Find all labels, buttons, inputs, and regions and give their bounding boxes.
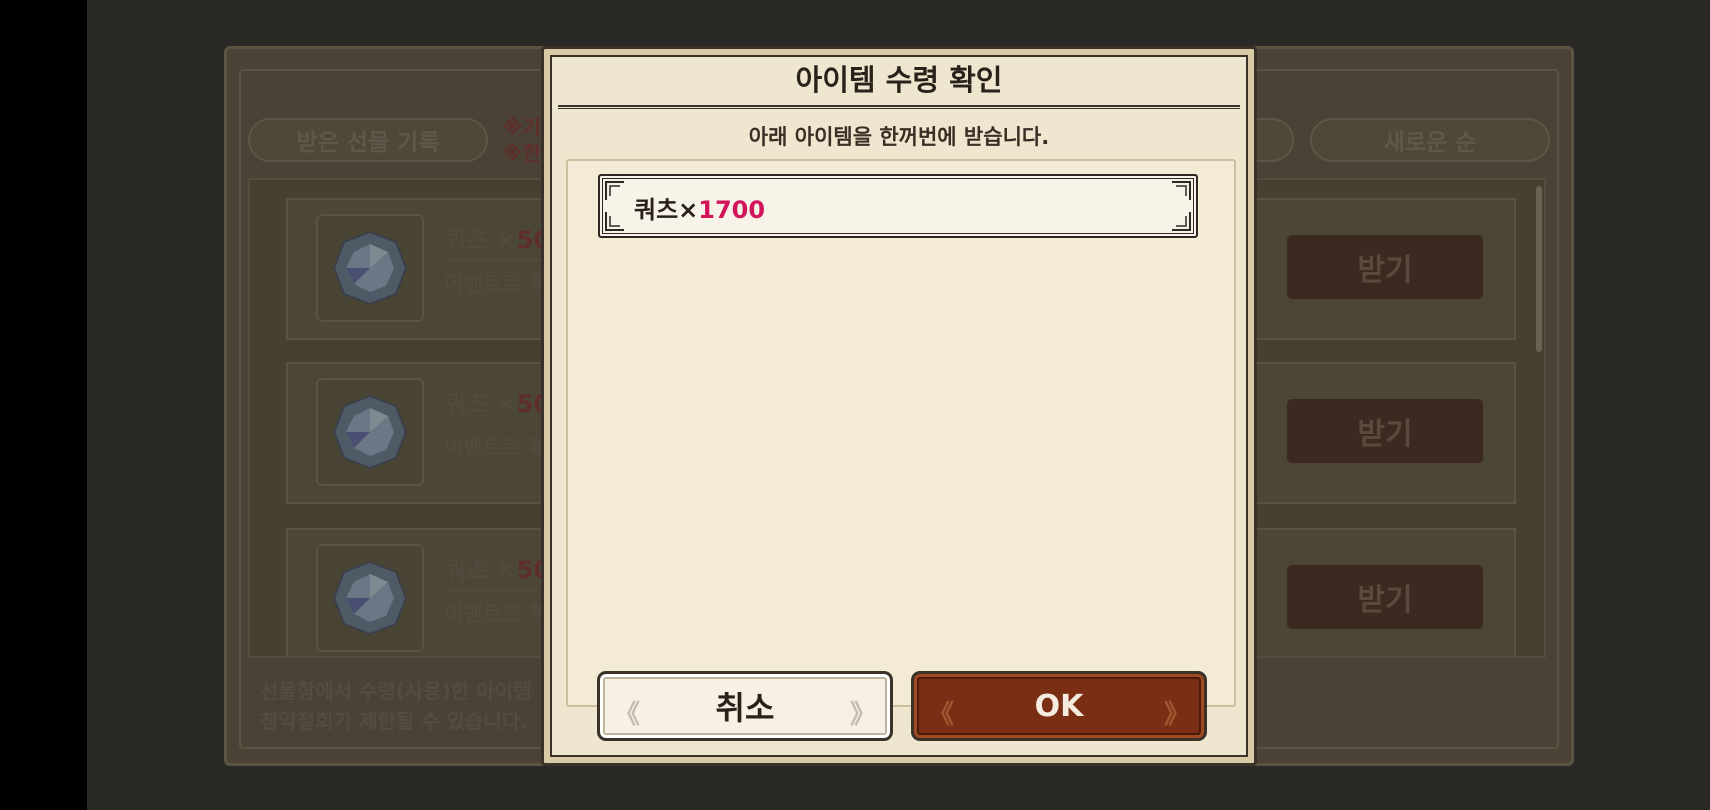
gift-item-title: 쿼츠 ×50 xyxy=(444,384,551,425)
receive-button[interactable]: 받기 xyxy=(1284,562,1486,632)
gift-list-scrollbar[interactable] xyxy=(1536,186,1542,352)
ok-button[interactable]: 《 OK 》 xyxy=(911,671,1207,741)
item-entry: 쿼츠×1700 xyxy=(598,174,1198,238)
refund-notice-line-2: 청약철회가 제한될 수 있습니다. xyxy=(260,709,528,733)
chevron-left-icon: 《 xyxy=(928,700,955,730)
cancel-button[interactable]: 《 취소 》 xyxy=(597,671,893,741)
gift-item-name: 쿼츠 × xyxy=(444,556,517,584)
corner-ornament-icon xyxy=(605,212,624,231)
gift-item-desc: 이벤트로 획 xyxy=(444,602,548,626)
item-icon-frame xyxy=(316,378,424,486)
dialog-title: 아이템 수령 확인 xyxy=(795,63,1003,97)
item-receive-confirm-dialog: 아이템 수령 확인 아래 아이템을 한꺼번에 받습니다. 쿼츠×1700 《 취… xyxy=(541,46,1257,766)
chevron-right-icon: 》 xyxy=(849,700,876,730)
gift-item-title: 쿼츠 ×50 xyxy=(444,220,551,261)
gift-item-desc: 이벤트로 획 xyxy=(444,272,548,296)
refund-notice-line-1: 선물함에서 수령(사용)한 아이템 xyxy=(260,679,532,703)
quartz-gem-icon xyxy=(332,394,408,470)
quartz-gem-icon xyxy=(332,230,408,306)
sort-newest-button[interactable]: 새로운 순 xyxy=(1310,118,1550,162)
receive-button[interactable]: 받기 xyxy=(1284,232,1486,302)
chevron-right-icon: 》 xyxy=(1163,700,1190,730)
quartz-gem-icon xyxy=(332,560,408,636)
receive-button-label: 받기 xyxy=(1357,417,1413,452)
gift-item-title: 쿼츠 ×50 xyxy=(444,550,551,591)
corner-ornament-icon xyxy=(1172,212,1191,231)
cancel-button-label: 취소 xyxy=(715,689,775,727)
notice-line-2: ※한 xyxy=(503,141,541,165)
item-entry-text: 쿼츠×1700 xyxy=(634,190,765,225)
gift-item-name: 쿼츠 × xyxy=(444,390,517,418)
receive-button[interactable]: 받기 xyxy=(1284,396,1486,466)
left-black-bar xyxy=(0,0,87,810)
received-gift-history-button[interactable]: 받은 선물 기록 xyxy=(248,118,488,162)
dialog-item-list: 쿼츠×1700 xyxy=(566,159,1236,707)
item-quantity: 1700 xyxy=(698,196,766,224)
gift-item-desc: 이벤트로 획 xyxy=(444,436,548,460)
corner-ornament-icon xyxy=(605,181,624,200)
received-gift-history-label: 받은 선물 기록 xyxy=(296,130,440,156)
gift-item-name: 쿼츠 × xyxy=(444,226,517,254)
item-icon-frame xyxy=(316,544,424,652)
refund-notice: 선물함에서 수령(사용)한 아이템 청약철회가 제한될 수 있습니다. xyxy=(260,676,531,736)
notice-line-1: ※기 xyxy=(503,115,541,139)
chevron-left-icon: 《 xyxy=(614,700,641,730)
title-divider xyxy=(558,105,1240,109)
receive-button-label: 받기 xyxy=(1357,583,1413,618)
sort-newest-label: 새로운 순 xyxy=(1383,130,1477,156)
item-icon-frame xyxy=(316,214,424,322)
dialog-subtitle: 아래 아이템을 한꺼번에 받습니다. xyxy=(748,125,1050,149)
corner-ornament-icon xyxy=(1172,181,1191,200)
ok-button-label: OK xyxy=(1034,688,1084,724)
item-name: 쿼츠× xyxy=(634,196,699,224)
receive-button-label: 받기 xyxy=(1357,253,1413,288)
notice-text: ※기 ※한 xyxy=(503,114,541,166)
